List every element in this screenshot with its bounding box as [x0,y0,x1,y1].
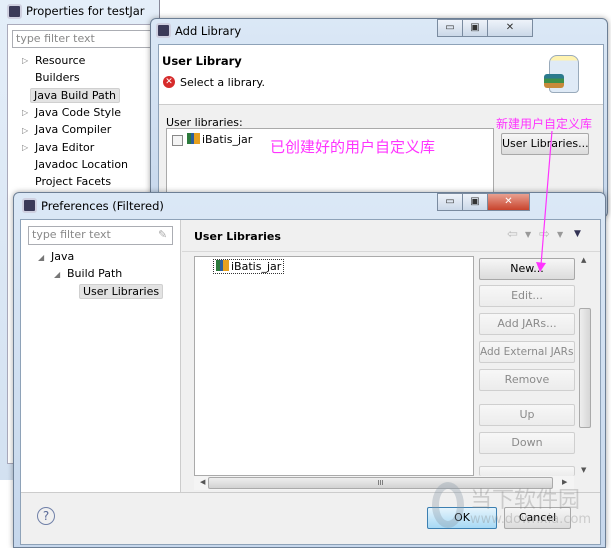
annotation-arrow [536,130,553,272]
